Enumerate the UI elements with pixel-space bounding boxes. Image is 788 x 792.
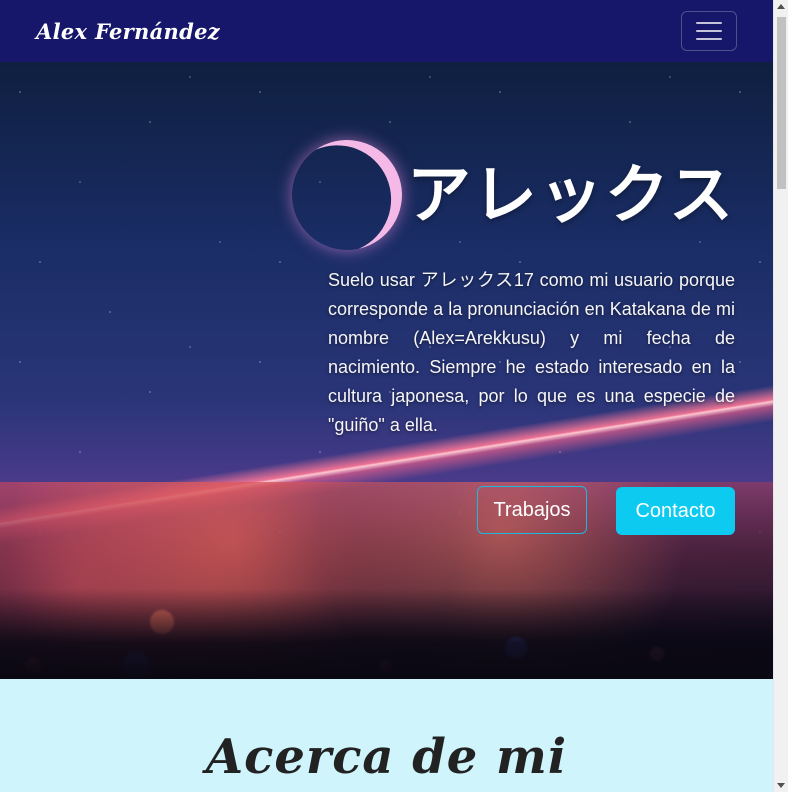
- vertical-scrollbar[interactable]: [773, 0, 788, 792]
- about-section: Acerca de mi: [0, 679, 773, 792]
- grass-foreground: [0, 589, 773, 679]
- brand-logo[interactable]: Alex Fernández: [36, 19, 220, 44]
- about-title: Acerca de mi: [205, 729, 568, 785]
- hamburger-line: [696, 22, 722, 24]
- navbar: Alex Fernández: [0, 0, 773, 62]
- hero-section: アレックス Suelo usar アレックス17 como mi usuario…: [0, 62, 773, 679]
- hero-title: アレックス: [406, 159, 735, 233]
- hero-description: Suelo usar アレックス17 como mi usuario porqu…: [328, 270, 735, 435]
- contact-button[interactable]: Contacto: [616, 487, 735, 535]
- hamburger-line: [696, 30, 722, 32]
- scrollbar-thumb[interactable]: [777, 17, 786, 189]
- works-button[interactable]: Trabajos: [477, 486, 587, 534]
- hamburger-line: [696, 38, 722, 40]
- scroll-up-arrow-icon[interactable]: [777, 4, 785, 9]
- hamburger-menu-icon[interactable]: [681, 11, 737, 51]
- scroll-down-arrow-icon[interactable]: [777, 783, 785, 788]
